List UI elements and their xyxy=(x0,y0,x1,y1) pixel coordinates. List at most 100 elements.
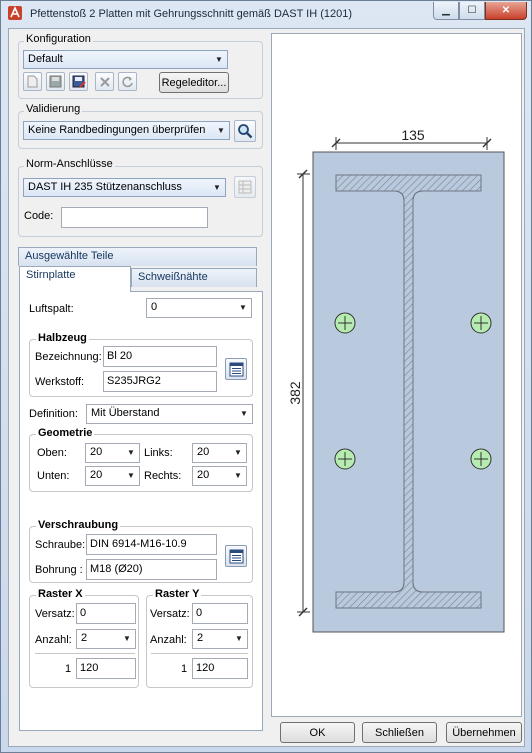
bolt-top-left xyxy=(334,312,356,334)
raster-y-anzahl-select[interactable]: 2 ▼ xyxy=(192,629,248,649)
oben-value: 20 xyxy=(90,446,103,458)
delete-button[interactable] xyxy=(95,72,114,91)
tab-schweissnaehte[interactable]: Schweißnähte xyxy=(131,268,257,287)
save-icon xyxy=(49,75,62,88)
uebernehmen-button[interactable]: Übernehmen xyxy=(446,722,522,743)
schraube-label: Schraube: xyxy=(35,539,86,551)
chevron-down-icon: ▼ xyxy=(213,183,221,192)
bezeichnung-input[interactable]: Bl 20 xyxy=(103,346,217,367)
width-dimension: 135 xyxy=(331,127,492,150)
maximize-button[interactable]: ☐ xyxy=(459,2,485,20)
dialog-client: Konfiguration Default ▼ Regeleditor... V… xyxy=(8,28,525,747)
bolt-bottom-left xyxy=(334,448,356,470)
halbzeug-catalog-button[interactable] xyxy=(225,358,247,380)
raster-x-row-input[interactable]: 120 xyxy=(76,658,136,679)
magnifier-icon xyxy=(238,124,253,139)
verschraubung-catalog-button[interactable] xyxy=(225,545,247,567)
links-select[interactable]: 20 ▼ xyxy=(192,443,247,463)
maximize-icon: ☐ xyxy=(467,5,477,16)
chevron-down-icon: ▼ xyxy=(234,471,242,480)
schraube-input[interactable]: DIN 6914-M16-10.9 xyxy=(86,534,217,555)
raster-y-versatz-input[interactable]: 0 xyxy=(192,603,248,624)
stirnplatte-panel: Luftspalt: 0 ▼ Halbzeug Bezeichnung: Bl … xyxy=(19,291,263,731)
save-button[interactable] xyxy=(46,72,65,91)
tab-ausgewaehlte-teile[interactable]: Ausgewählte Teile xyxy=(18,247,257,266)
verschraubung-legend: Verschraubung xyxy=(36,519,121,531)
bezeichnung-label: Bezeichnung: xyxy=(35,351,102,363)
bohrung-label: Bohrung : xyxy=(35,564,83,576)
chevron-down-icon: ▼ xyxy=(215,55,223,64)
validierung-legend: Validierung xyxy=(24,103,83,115)
preview-panel: 135 382 xyxy=(271,33,522,717)
bolt-top-right xyxy=(470,312,492,334)
table-icon xyxy=(238,180,252,194)
chevron-down-icon: ▼ xyxy=(127,448,135,457)
bohrung-input[interactable]: M18 (Ø20) xyxy=(86,559,217,580)
refresh-icon xyxy=(122,76,133,88)
close-icon: ✕ xyxy=(501,5,511,16)
minimize-button[interactable]: ▁ xyxy=(433,2,459,20)
height-dimension: 382 xyxy=(287,169,310,617)
rechts-label: Rechts: xyxy=(144,470,182,482)
geometrie-legend: Geometrie xyxy=(36,427,95,439)
definition-value: Mit Überstand xyxy=(91,407,160,419)
raster-x-versatz-input[interactable]: 0 xyxy=(76,603,136,624)
halbzeug-legend: Halbzeug xyxy=(36,332,89,344)
norm-table-button[interactable] xyxy=(234,176,256,198)
raster-y-row-input[interactable]: 120 xyxy=(192,658,248,679)
close-button[interactable]: ✕ xyxy=(485,2,527,20)
links-label: Links: xyxy=(144,447,173,459)
chevron-down-icon: ▼ xyxy=(239,303,247,312)
new-document-button[interactable] xyxy=(23,72,42,91)
height-dimension-label: 382 xyxy=(287,381,303,405)
ok-button[interactable]: OK xyxy=(280,722,355,743)
chevron-down-icon: ▼ xyxy=(234,448,242,457)
window-title: Pfettenstoß 2 Platten mit Gehrungsschnit… xyxy=(30,8,352,20)
save-as-button[interactable] xyxy=(69,72,88,91)
raster-y-legend: Raster Y xyxy=(153,588,202,600)
norm-value: DAST IH 235 Stützenanschluss xyxy=(28,181,182,193)
unten-select[interactable]: 20 ▼ xyxy=(85,466,140,486)
dialog-window: Pfettenstoß 2 Platten mit Gehrungsschnit… xyxy=(0,0,532,753)
raster-y-row-index: 1 xyxy=(181,663,188,675)
validate-search-button[interactable] xyxy=(234,120,256,142)
konfiguration-value: Default xyxy=(28,53,63,65)
raster-x-anzahl-select[interactable]: 2 ▼ xyxy=(76,629,136,649)
catalog-icon xyxy=(229,549,243,563)
regeleditor-button[interactable]: Regeleditor... xyxy=(159,72,229,93)
raster-x-anzahl-value: 2 xyxy=(81,632,88,644)
code-input[interactable] xyxy=(61,207,208,228)
minimize-icon: ▁ xyxy=(442,5,450,16)
konfiguration-select[interactable]: Default ▼ xyxy=(23,50,228,69)
konfiguration-legend: Konfiguration xyxy=(24,33,93,45)
luftspalt-select[interactable]: 0 ▼ xyxy=(146,298,252,318)
new-document-icon xyxy=(27,75,38,88)
delete-icon xyxy=(99,76,110,87)
tab-stirnplatte[interactable]: Stirnplatte xyxy=(19,266,131,292)
raster-y-anzahl-label: Anzahl: xyxy=(150,634,187,646)
raster-x-versatz-label: Versatz: xyxy=(35,608,75,620)
definition-select[interactable]: Mit Überstand ▼ xyxy=(86,404,253,424)
refresh-button[interactable] xyxy=(118,72,137,91)
chevron-down-icon: ▼ xyxy=(123,634,131,643)
raster-x-divider xyxy=(35,653,135,654)
chevron-down-icon: ▼ xyxy=(235,634,243,643)
schliessen-button[interactable]: Schließen xyxy=(362,722,437,743)
raster-x-row-index: 1 xyxy=(65,663,72,675)
raster-y-divider xyxy=(151,653,248,654)
norm-select[interactable]: DAST IH 235 Stützenanschluss ▼ xyxy=(23,178,226,197)
title-bar[interactable]: Pfettenstoß 2 Platten mit Gehrungsschnit… xyxy=(1,1,531,27)
raster-y-versatz-label: Versatz: xyxy=(150,608,190,620)
definition-label: Definition: xyxy=(29,408,78,420)
chevron-down-icon: ▼ xyxy=(127,471,135,480)
validierung-select[interactable]: Keine Randbedingungen überprüfen ▼ xyxy=(23,121,230,140)
oben-label: Oben: xyxy=(37,447,67,459)
rechts-select[interactable]: 20 ▼ xyxy=(192,466,247,486)
werkstoff-input[interactable]: S235JRG2 xyxy=(103,371,217,392)
save-as-icon xyxy=(72,75,86,88)
unten-label: Unten: xyxy=(37,470,70,482)
chevron-down-icon: ▼ xyxy=(240,409,248,418)
oben-select[interactable]: 20 ▼ xyxy=(85,443,140,463)
catalog-icon xyxy=(229,362,243,376)
luftspalt-value: 0 xyxy=(151,301,158,313)
